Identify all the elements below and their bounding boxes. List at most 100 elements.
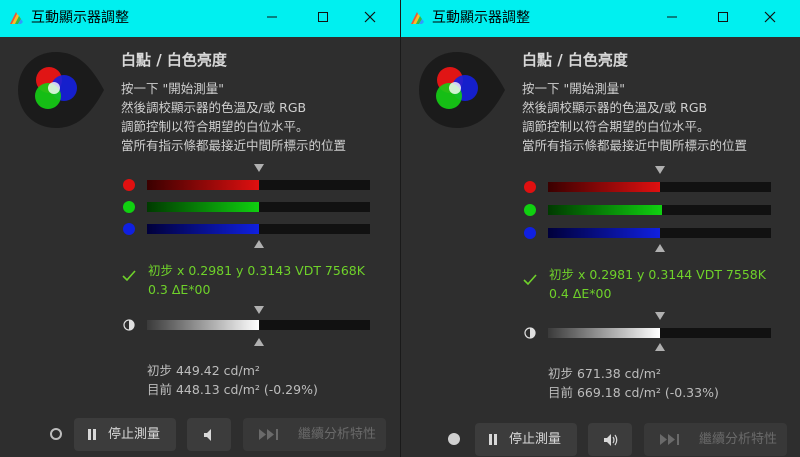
blue-bar-row [519, 226, 779, 240]
stop-measurement-button[interactable]: 停止測量 [475, 423, 577, 456]
result-delta-e: 0.4 ΔE*00 [549, 286, 612, 301]
instruction-line: 當所有指示條都最接近中間所標示的位置 [522, 138, 748, 153]
blue-bar-track [147, 224, 370, 234]
blue-bar-track [548, 228, 771, 238]
status-indicator [448, 433, 460, 445]
minimize-button[interactable] [658, 6, 686, 30]
blue-bar-fill [548, 228, 660, 238]
target-marker-bottom [254, 240, 264, 248]
red-bar-track [147, 180, 370, 190]
instruction-line: 當所有指示條都最接近中間所標示的位置 [121, 138, 347, 153]
window-title: 互動顯示器調整 [31, 10, 129, 26]
blue-bar-fill [147, 224, 259, 234]
luminance-marker-bottom [254, 338, 264, 346]
continue-profiling-label: 繼續分析特性 [699, 432, 778, 447]
window-title: 互動顯示器調整 [432, 10, 530, 26]
green-bar-fill [548, 205, 662, 215]
minimize-icon [667, 16, 677, 18]
green-dot-icon [524, 204, 536, 216]
instruction-line: 然後調校顯示器的色溫及/或 RGB [522, 100, 708, 115]
fast-forward-icon [660, 434, 679, 445]
luminance-marker-bottom [655, 343, 665, 351]
initial-luminance: 初步 449.42 cd/m² [147, 363, 260, 378]
close-icon [764, 11, 776, 23]
result-delta-e: 0.3 ΔE*00 [148, 282, 211, 297]
measurement-result: 初步 x 0.2981 y 0.3144 VDT 7558K 0.4 ΔE*00 [549, 265, 766, 303]
calibration-window-left: 互動顯示器調整 白點 / 白色亮度 按一下 "開始測量" 然後調校顯示器的色溫及… [0, 0, 400, 457]
luminance-bar-track [548, 328, 771, 338]
brightness-icon [524, 327, 536, 339]
maximize-button[interactable] [309, 6, 337, 30]
measurement-result: 初步 x 0.2981 y 0.3143 VDT 7568K 0.3 ΔE*00 [148, 261, 365, 299]
maximize-icon [318, 12, 328, 22]
instruction-line: 調節控制以符合期望的白位水平。 [121, 119, 309, 134]
target-marker-bottom [655, 244, 665, 252]
pause-icon [488, 434, 499, 445]
luminance-marker-top [655, 312, 665, 320]
instructions: 按一下 "開始測量" 然後調校顯示器的色溫及/或 RGB 調節控制以符合期望的白… [121, 79, 391, 155]
brightness-icon [123, 319, 135, 331]
instruction-line: 按一下 "開始測量" [522, 81, 625, 96]
initial-luminance: 初步 671.38 cd/m² [548, 366, 661, 381]
red-dot-icon [524, 181, 536, 193]
calibration-window-right: 互動顯示器調整 白點 / 白色亮度 按一下 "開始測量" 然後調校顯示器的色溫及… [401, 0, 800, 457]
red-bar-track [548, 182, 771, 192]
instruction-line: 按一下 "開始測量" [121, 81, 224, 96]
instructions: 按一下 "開始測量" 然後調校顯示器的色溫及/或 RGB 調節控制以符合期望的白… [522, 79, 792, 155]
section-heading: 白點 / 白色亮度 [522, 51, 628, 69]
stop-measurement-label: 停止測量 [509, 432, 562, 447]
sound-toggle-button[interactable] [588, 423, 632, 456]
red-bar-row [519, 180, 779, 194]
colorimeter-icon [419, 52, 505, 128]
check-icon [523, 274, 537, 286]
colorimeter-icon [18, 52, 104, 128]
continue-profiling-label: 繼續分析特性 [298, 427, 377, 442]
stop-measurement-button[interactable]: 停止測量 [74, 418, 176, 451]
title-bar[interactable]: 互動顯示器調整 [0, 0, 400, 37]
red-bar-row [118, 178, 378, 192]
maximize-button[interactable] [709, 6, 737, 30]
minimize-button[interactable] [258, 6, 286, 30]
close-icon [364, 11, 376, 23]
green-bar-track [548, 205, 771, 215]
green-bar-row [519, 203, 779, 217]
red-bar-fill [548, 182, 660, 192]
fast-forward-icon [259, 429, 278, 440]
green-dot-icon [123, 201, 135, 213]
title-bar[interactable]: 互動顯示器調整 [401, 0, 800, 37]
blue-bar-row [118, 222, 378, 236]
luminance-bar-fill [147, 320, 259, 330]
current-luminance: 目前 448.13 cd/m² (-0.29%) [147, 382, 318, 397]
luminance-bar-row [118, 318, 378, 332]
continue-profiling-button[interactable]: 繼續分析特性 [243, 418, 386, 451]
close-button[interactable] [756, 6, 784, 30]
green-bar-row [118, 200, 378, 214]
target-marker-top [254, 164, 264, 172]
blue-dot-icon [123, 223, 135, 235]
continue-profiling-button[interactable]: 繼續分析特性 [644, 423, 787, 456]
speaker-muted-icon [204, 429, 211, 441]
close-button[interactable] [356, 6, 384, 30]
luminance-bar-fill [548, 328, 660, 338]
current-luminance: 目前 669.18 cd/m² (-0.33%) [548, 385, 719, 400]
section-heading: 白點 / 白色亮度 [121, 51, 227, 69]
sound-toggle-button[interactable] [187, 418, 231, 451]
luminance-bar-row [519, 326, 779, 340]
green-bar-track [147, 202, 370, 212]
luminance-marker-top [254, 306, 264, 314]
luminance-readout: 初步 449.42 cd/m² 目前 448.13 cd/m² (-0.29%) [147, 361, 318, 399]
instruction-line: 然後調校顯示器的色溫及/或 RGB [121, 100, 307, 115]
pause-icon [87, 429, 98, 440]
check-icon [122, 270, 136, 282]
app-logo-icon [10, 12, 23, 24]
minimize-icon [267, 16, 277, 18]
maximize-icon [718, 12, 728, 22]
red-bar-fill [147, 180, 259, 190]
red-dot-icon [123, 179, 135, 191]
result-chromaticity: 初步 x 0.2981 y 0.3143 VDT 7568K [148, 263, 365, 278]
instruction-line: 調節控制以符合期望的白位水平。 [522, 119, 710, 134]
luminance-readout: 初步 671.38 cd/m² 目前 669.18 cd/m² (-0.33%) [548, 364, 719, 402]
stop-measurement-label: 停止測量 [108, 427, 161, 442]
luminance-bar-track [147, 320, 370, 330]
speaker-on-icon [604, 434, 618, 446]
